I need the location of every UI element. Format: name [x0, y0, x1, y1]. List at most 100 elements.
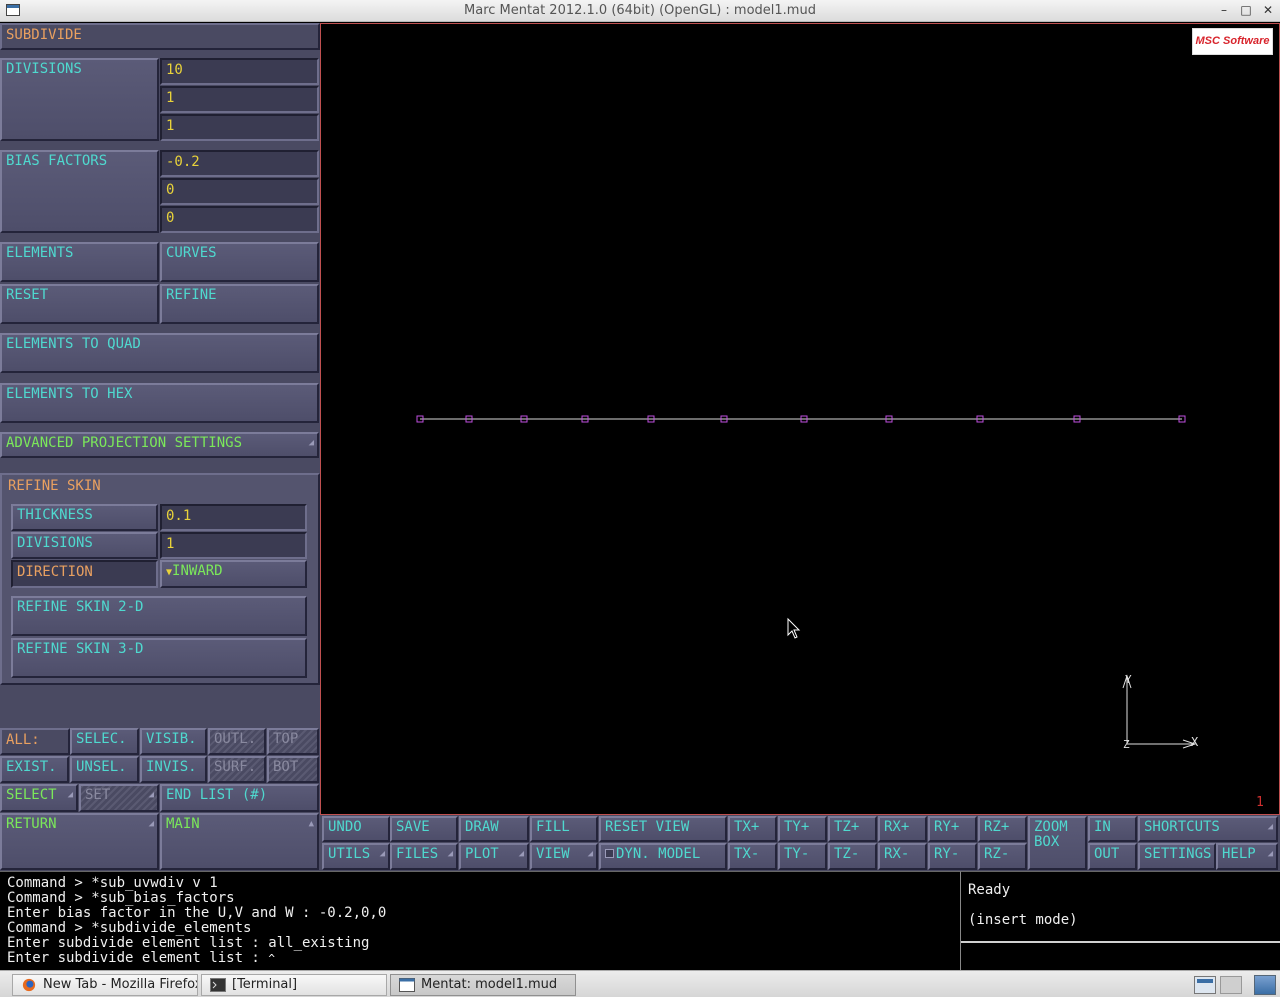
command-prompt[interactable]: Enter subdivide element list : ^	[7, 951, 953, 966]
dyn-model-toggle[interactable]: DYN. MODEL	[599, 843, 727, 870]
select-existing-button[interactable]: EXIST.	[0, 756, 69, 783]
model-canvas: Y X Z	[416, 415, 1199, 751]
submenu-arrow-icon: ◢	[518, 849, 524, 859]
ry-plus-button[interactable]: RY+	[928, 816, 977, 842]
taskbar-item-label: Mentat: model1.mud	[421, 977, 558, 992]
taskbar-item-firefox[interactable]: New Tab - Mozilla Firefox	[12, 974, 198, 996]
advanced-projection-button[interactable]: ADVANCED PROJECTION SETTINGS ◢	[0, 432, 319, 458]
skin-divisions-button[interactable]: DIVISIONS	[11, 532, 158, 559]
minimize-icon[interactable]: –	[1214, 0, 1234, 21]
ry-minus-button[interactable]: RY-	[928, 843, 977, 870]
return-button[interactable]: RETURN ◢	[0, 813, 159, 870]
z-axis-label: Z	[1123, 738, 1130, 751]
thickness-field[interactable]: 0.1	[160, 504, 307, 531]
select-bottom-button[interactable]: BOT	[267, 756, 319, 783]
curves-button[interactable]: CURVES	[160, 242, 319, 282]
command-line: Enter subdivide element list : all_exist…	[7, 935, 370, 951]
tx-plus-button[interactable]: TX+	[728, 816, 777, 842]
elements-button[interactable]: ELEMENTS	[0, 242, 159, 282]
save-button[interactable]: SAVE	[390, 816, 458, 842]
ty-minus-button[interactable]: TY-	[778, 843, 827, 870]
refine-button[interactable]: REFINE	[160, 284, 319, 324]
select-visible-button[interactable]: VISIB.	[140, 728, 207, 755]
select-invisible-button[interactable]: INVIS.	[140, 756, 207, 783]
reset-button[interactable]: RESET	[0, 284, 159, 324]
direction-dropdown[interactable]: ▼INWARD	[160, 560, 307, 588]
maximize-icon[interactable]: □	[1236, 0, 1256, 21]
reset-view-button[interactable]: RESET VIEW	[599, 816, 727, 842]
fill-button[interactable]: FILL	[530, 816, 598, 842]
text-caret-icon: ^	[268, 952, 275, 965]
mesh-model	[416, 415, 1186, 423]
y-axis-label: Y	[1125, 673, 1132, 686]
submenu-arrow-icon: ◢	[447, 849, 453, 859]
bias-w-field[interactable]: 0	[160, 206, 319, 233]
tx-minus-button[interactable]: TX-	[728, 843, 777, 870]
rz-plus-button[interactable]: RZ+	[978, 816, 1027, 842]
submenu-arrow-icon: ◢	[148, 790, 154, 800]
bottom-toolbar: UNDO SAVE DRAW FILL RESET VIEW TX+ TY+ T…	[320, 815, 1280, 871]
plot-button[interactable]: PLOT ◢	[459, 843, 529, 870]
divisions-w-field[interactable]: 1	[160, 114, 319, 141]
taskbar-item-mentat[interactable]: Mentat: model1.mud	[390, 974, 576, 996]
set-menu-button[interactable]: SET ◢	[79, 784, 159, 812]
all-label: ALL:	[0, 728, 70, 755]
shortcuts-button[interactable]: SHORTCUTS ◢	[1138, 816, 1278, 842]
main-button[interactable]: MAIN ▲	[160, 813, 319, 870]
submenu-arrow-icon: ◢	[379, 849, 385, 859]
zoom-out-button[interactable]: OUT	[1088, 843, 1137, 870]
skin-divisions-field[interactable]: 1	[160, 532, 307, 559]
desktop-switch-icon[interactable]	[1194, 976, 1216, 994]
window-icon[interactable]	[6, 4, 20, 16]
taskbar-item-terminal[interactable]: [Terminal]	[201, 974, 387, 996]
help-button[interactable]: HELP ◢	[1216, 843, 1278, 870]
show-desktop-icon[interactable]	[1254, 975, 1276, 995]
refine-skin-3d-button[interactable]: REFINE SKIN 3-D	[11, 638, 307, 678]
elements-to-hex-button[interactable]: ELEMENTS TO HEX	[0, 383, 319, 423]
files-button[interactable]: FILES ◢	[390, 843, 458, 870]
select-unselected-button[interactable]: UNSEL.	[70, 756, 139, 783]
elements-to-quad-button[interactable]: ELEMENTS TO QUAD	[0, 333, 319, 373]
select-menu-button[interactable]: SELECT ◢	[0, 784, 78, 812]
tz-minus-button[interactable]: TZ-	[828, 843, 877, 870]
dyn-model-label: DYN. MODEL	[616, 846, 701, 862]
divisions-button[interactable]: DIVISIONS	[0, 58, 159, 141]
submenu-arrow-icon: ◢	[308, 438, 314, 448]
thickness-button[interactable]: THICKNESS	[11, 504, 158, 531]
refine-skin-2d-button[interactable]: REFINE SKIN 2-D	[11, 596, 307, 636]
advanced-projection-label: ADVANCED PROJECTION SETTINGS	[6, 435, 243, 451]
checkbox-icon[interactable]	[605, 849, 614, 858]
command-log[interactable]: Command > *sub_uvwdiv v 1 Command > *sub…	[0, 871, 960, 970]
direction-label: DIRECTION	[11, 560, 158, 588]
select-top-button[interactable]: TOP	[267, 728, 319, 755]
zoom-in-button[interactable]: IN	[1088, 816, 1137, 842]
divisions-u-field[interactable]: 10	[160, 58, 319, 85]
utils-button[interactable]: UTILS ◢	[322, 843, 390, 870]
bias-u-field[interactable]: -0.2	[160, 150, 319, 177]
rx-minus-button[interactable]: RX-	[878, 843, 927, 870]
rx-plus-button[interactable]: RX+	[878, 816, 927, 842]
settings-button[interactable]: SETTINGS	[1138, 843, 1216, 870]
ty-plus-button[interactable]: TY+	[778, 816, 827, 842]
main-label: MAIN	[166, 816, 200, 832]
select-outline-button[interactable]: OUTL.	[208, 728, 266, 755]
bias-v-field[interactable]: 0	[160, 178, 319, 205]
bias-factors-button[interactable]: BIAS FACTORS	[0, 150, 159, 233]
help-label: HELP	[1222, 846, 1256, 862]
rz-minus-button[interactable]: RZ-	[978, 843, 1027, 870]
view-button[interactable]: VIEW ◢	[530, 843, 598, 870]
desktop-2-icon[interactable]	[1220, 976, 1242, 994]
graphics-viewport[interactable]: Y X Z	[320, 23, 1280, 815]
tz-plus-button[interactable]: TZ+	[828, 816, 877, 842]
window-titlebar: Marc Mentat 2012.1.0 (64bit) (OpenGL) : …	[0, 0, 1280, 22]
select-surface-button[interactable]: SURF.	[208, 756, 266, 783]
draw-button[interactable]: DRAW	[459, 816, 529, 842]
submenu-arrow-icon: ◢	[1267, 822, 1273, 832]
zoom-box-button[interactable]: ZOOM BOX	[1028, 816, 1087, 870]
close-icon[interactable]: ✕	[1258, 0, 1278, 21]
undo-button[interactable]: UNDO	[322, 816, 390, 842]
taskbar: New Tab - Mozilla Firefox [Terminal] Men…	[0, 970, 1280, 997]
divisions-v-field[interactable]: 1	[160, 86, 319, 113]
select-selected-button[interactable]: SELEC.	[70, 728, 139, 755]
end-list-button[interactable]: END LIST (#)	[160, 784, 319, 812]
